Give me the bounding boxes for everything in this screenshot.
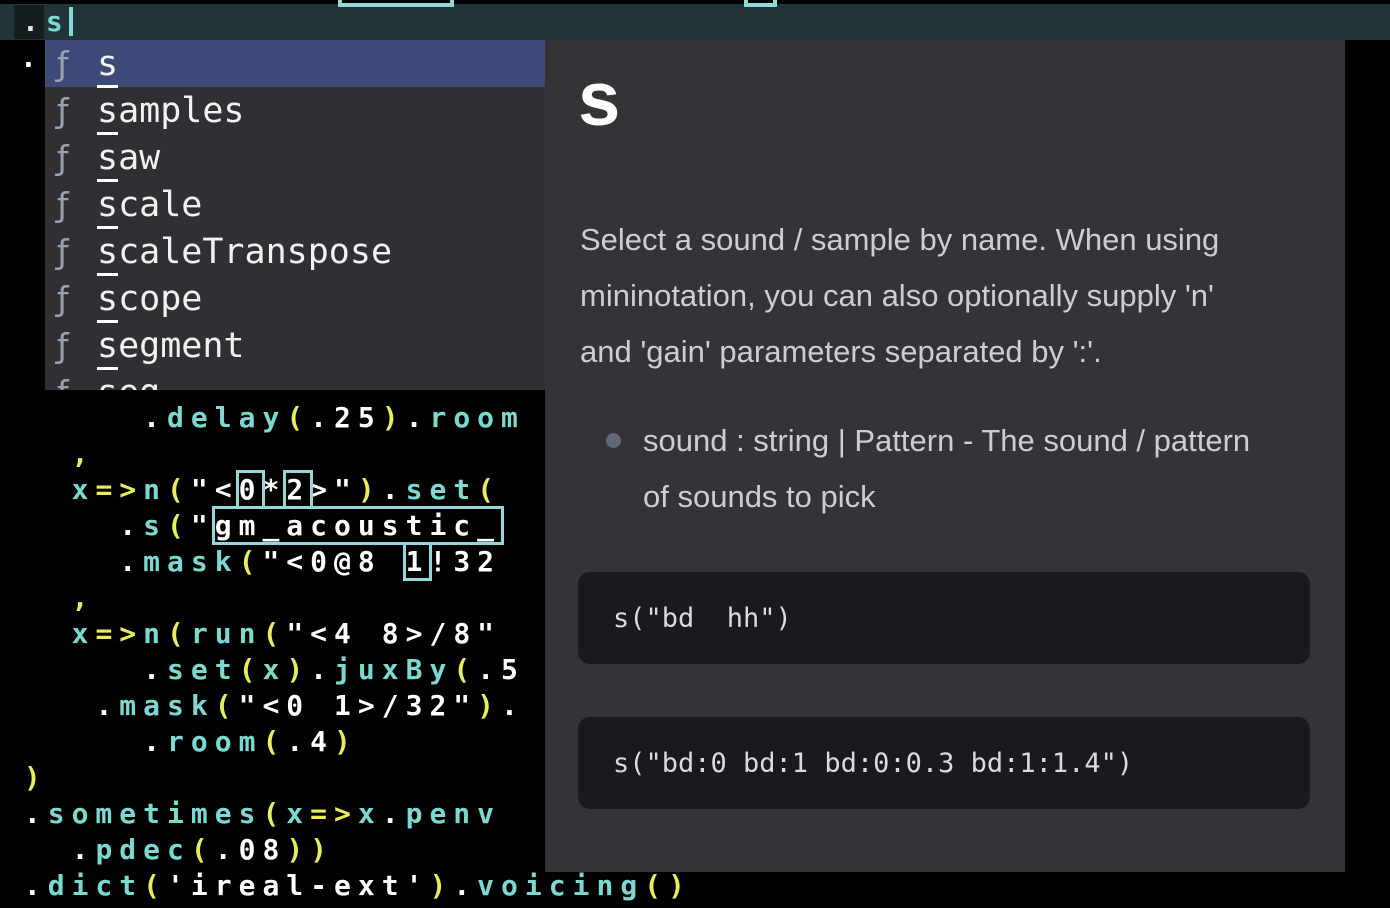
autocomplete-label: samples xyxy=(97,91,245,131)
function-icon: ƒ xyxy=(57,138,97,177)
function-icon: ƒ xyxy=(57,326,97,365)
autocomplete-label: segment xyxy=(97,326,245,366)
autocomplete-label: scale xyxy=(97,185,202,225)
autocomplete-item-s[interactable]: ƒ s xyxy=(45,40,545,87)
doc-description-line: mininotation, you can also optionally su… xyxy=(580,268,1219,324)
function-icon: ƒ xyxy=(57,373,97,390)
text-cursor xyxy=(69,7,73,36)
autocomplete-item-scaleTranspose[interactable]: ƒ scaleTranspose xyxy=(45,228,545,275)
autocomplete-label: saw xyxy=(97,138,160,178)
function-icon: ƒ xyxy=(57,232,97,271)
autocomplete-item-segment[interactable]: ƒ segment xyxy=(45,322,545,369)
function-icon: ƒ xyxy=(57,91,97,130)
doc-example-code: s("bd hh") xyxy=(613,603,792,634)
background-strip xyxy=(1345,40,1390,908)
doc-title: s xyxy=(578,62,620,138)
doc-param-line: of sounds to pick xyxy=(643,469,1250,525)
strudel-repl: . .delay(.25).room , x=>n("<0*2>").set( … xyxy=(0,0,1390,908)
code-fragment-dot: . xyxy=(20,40,37,76)
mininotation-highlight-box xyxy=(744,0,777,7)
autocomplete-label: scaleTranspose xyxy=(97,232,392,272)
autocomplete-item-scope[interactable]: ƒ scope xyxy=(45,275,545,322)
autocomplete-label: s xyxy=(97,44,118,84)
typed-dot: . xyxy=(22,5,46,38)
autocomplete-label: scope xyxy=(97,279,202,319)
doc-param: sound : string | Pattern - The sound / p… xyxy=(643,413,1250,525)
autocomplete-item-saw[interactable]: ƒ saw xyxy=(45,134,545,181)
function-icon: ƒ xyxy=(57,279,97,318)
typed-word: s xyxy=(46,5,70,38)
doc-example-code-block: s("bd:0 bd:1 bd:0:0.3 bd:1:1.4") xyxy=(578,717,1310,809)
autocomplete-item-seg[interactable]: ƒ seg xyxy=(45,369,545,390)
doc-example-code: s("bd:0 bd:1 bd:0:0.3 bd:1:1.4") xyxy=(613,748,1133,779)
mininotation-highlight-box xyxy=(338,0,454,7)
doc-description: Select a sound / sample by name. When us… xyxy=(580,212,1219,380)
autocomplete-dropdown: ƒ s ƒ samples ƒ saw ƒ scale ƒ scaleTrans… xyxy=(45,40,545,390)
code-line: .dict('ireal-ext').voicing() xyxy=(0,868,692,904)
autocomplete-item-scale[interactable]: ƒ scale xyxy=(45,181,545,228)
active-line-text: .s xyxy=(22,4,70,40)
doc-param-line: sound : string | Pattern - The sound / p… xyxy=(643,413,1250,469)
doc-description-line: and 'gain' parameters separated by ':'. xyxy=(580,324,1219,380)
bullet-icon xyxy=(606,433,621,448)
function-icon: ƒ xyxy=(57,185,97,224)
autocomplete-label: seg xyxy=(97,373,160,391)
doc-description-line: Select a sound / sample by name. When us… xyxy=(580,212,1219,268)
doc-example-code-block: s("bd hh") xyxy=(578,572,1310,664)
function-icon: ƒ xyxy=(57,44,97,83)
editor-active-line[interactable]: .s xyxy=(0,4,1390,40)
autocomplete-item-samples[interactable]: ƒ samples xyxy=(45,87,545,134)
